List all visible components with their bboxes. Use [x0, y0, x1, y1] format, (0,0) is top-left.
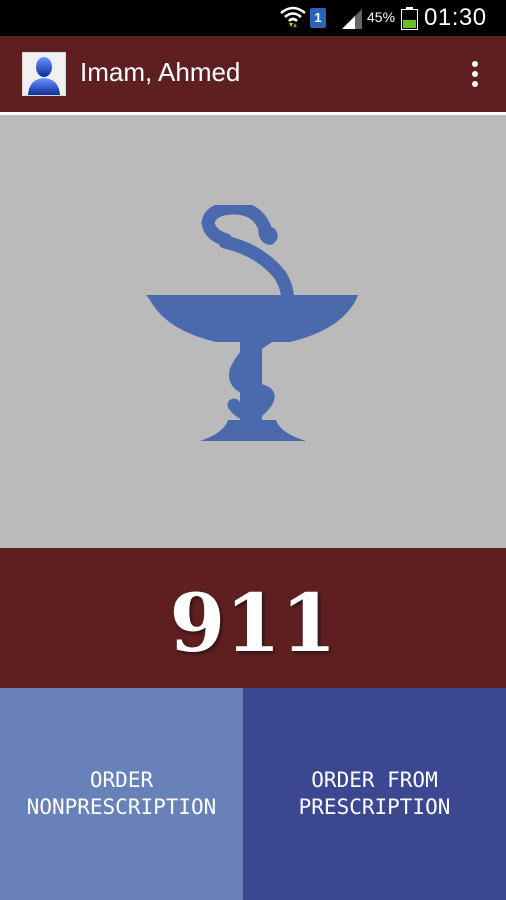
emergency-number: 911 — [169, 576, 337, 670]
order-nonprescription-button[interactable]: ORDER NONPRESCRIPTION — [0, 688, 243, 900]
hero-banner — [0, 115, 506, 548]
order-from-prescription-button[interactable]: ORDER FROM PRESCRIPTION — [243, 688, 506, 900]
app-bar: Imam, Ahmed — [0, 36, 506, 112]
battery-icon — [401, 7, 418, 30]
order-from-prescription-label: ORDER FROM PRESCRIPTION — [298, 768, 451, 819]
sim-card-icon: 1 — [310, 8, 326, 28]
clock: 01:30 — [424, 4, 487, 31]
battery-percent: 45% — [367, 9, 396, 25]
bowl-of-hygieia-icon — [146, 205, 358, 441]
avatar[interactable] — [22, 52, 66, 96]
status-bar: 1 45% 01:30 — [0, 0, 506, 36]
app-title: Imam, Ahmed — [80, 57, 241, 87]
wifi-icon — [280, 6, 306, 27]
person-silhouette-icon — [28, 57, 60, 95]
overflow-menu-icon[interactable] — [462, 58, 488, 90]
emergency-call-button[interactable]: 911 — [0, 548, 506, 688]
signal-strength-icon — [342, 9, 362, 29]
order-nonprescription-label: ORDER NONPRESCRIPTION — [26, 768, 217, 819]
